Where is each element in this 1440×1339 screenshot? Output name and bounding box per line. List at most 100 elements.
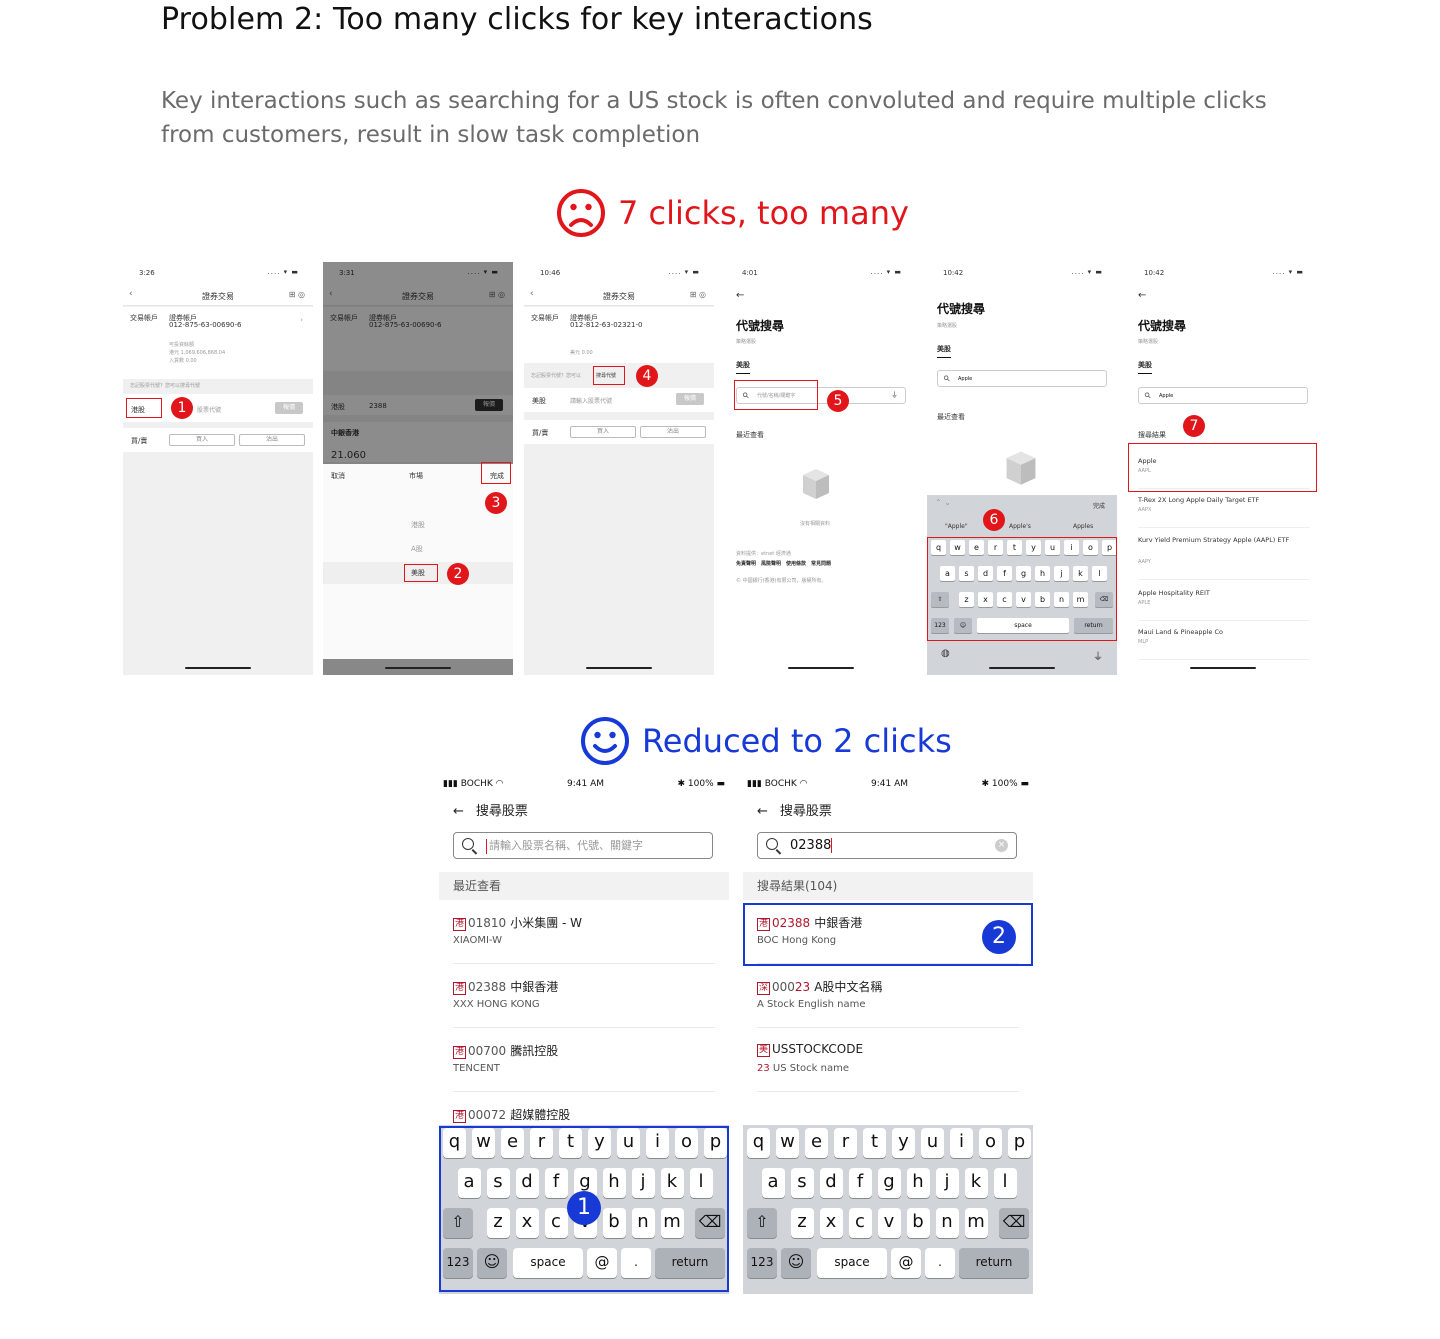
- keyboard-key[interactable]: h: [906, 1168, 930, 1198]
- keyboard-key[interactable]: e: [805, 1128, 828, 1158]
- battery-level: 100%: [991, 779, 1018, 789]
- dot-key[interactable]: .: [925, 1248, 955, 1278]
- keyboard-nav-arrows[interactable]: ⌃ ⌄: [935, 498, 951, 507]
- clear-icon[interactable]: ×: [995, 839, 1008, 852]
- screen-title: 搜尋股票: [779, 804, 832, 819]
- result-item[interactable]: 美 USSTOCKCODE 23 US Stock name: [757, 1028, 1019, 1092]
- stock-search-input[interactable]: 02388 ×: [757, 832, 1017, 859]
- footer-links[interactable]: 免責聲明 風險聲明 使用條款 常見問題: [736, 560, 831, 567]
- keyboard-key[interactable]: w: [776, 1128, 799, 1158]
- numbers-key[interactable]: 123: [747, 1248, 777, 1278]
- stock-search-input[interactable]: 請輸入股票名稱、代號、關鍵字: [453, 832, 713, 859]
- picker-option[interactable]: 港股: [411, 520, 425, 530]
- search-placeholder: 請輸入股票名稱、代號、關鍵字: [489, 839, 643, 852]
- header-icons[interactable]: ⊞ ◎: [289, 290, 305, 299]
- stock-name: 超媒體控股: [510, 1108, 571, 1122]
- tab-us-stocks[interactable]: 美股: [1138, 360, 1152, 374]
- stock-subtitle: A Stock English name: [757, 999, 866, 1010]
- keyboard-key[interactable]: g: [877, 1168, 901, 1198]
- keyboard-key[interactable]: a: [761, 1168, 785, 1198]
- code-search-input[interactable]: Apple: [1138, 387, 1308, 404]
- back-arrow-icon[interactable]: ←: [1138, 290, 1146, 301]
- keyboard-key[interactable]: b: [906, 1208, 930, 1238]
- list-item[interactable]: 港 00700 騰訊控股 TENCENT: [453, 1028, 715, 1092]
- search-query: Apple: [1159, 393, 1174, 399]
- tab-us-stocks[interactable]: 美股: [736, 360, 750, 374]
- nav-bar: ← 搜尋股票: [453, 800, 528, 819]
- mic-icon[interactable]: ⏚: [1093, 648, 1103, 663]
- at-key[interactable]: @: [891, 1248, 921, 1278]
- quote-button[interactable]: 報價: [676, 393, 704, 405]
- search-icon: [766, 838, 778, 850]
- keyboard-key[interactable]: c: [848, 1208, 872, 1238]
- screen-title: 搜尋股票: [475, 804, 528, 819]
- stock-subtitle: XIAOMI-W: [453, 935, 503, 946]
- back-arrow-icon[interactable]: ←: [736, 290, 744, 301]
- keyboard-key[interactable]: t: [863, 1128, 886, 1158]
- sell-button[interactable]: 沽出: [640, 426, 706, 438]
- return-key[interactable]: return: [959, 1248, 1029, 1278]
- result-item[interactable]: Apple Hospitality REIT APLE: [1138, 587, 1310, 621]
- back-arrow-icon[interactable]: ←: [757, 804, 768, 819]
- quote-button[interactable]: 報價: [275, 402, 303, 414]
- result-item[interactable]: Kurv Yield Premium Strategy Apple (AAPL)…: [1138, 534, 1310, 580]
- code-input[interactable]: 股票代號: [197, 405, 221, 414]
- keyboard-key[interactable]: n: [935, 1208, 959, 1238]
- buy-button[interactable]: 買入: [570, 426, 636, 438]
- sell-button[interactable]: 沽出: [239, 434, 305, 446]
- keyboard-key[interactable]: q: [747, 1128, 770, 1158]
- code-search-input[interactable]: Apple: [937, 370, 1107, 387]
- keyboard-key[interactable]: y: [892, 1128, 915, 1158]
- result-item[interactable]: Maui Land & Pineapple Co MLP: [1138, 626, 1310, 660]
- list-item[interactable]: 港 01810 小米集團 - W XIAOMI-W: [453, 900, 715, 964]
- status-time: 4:01: [742, 269, 758, 277]
- keyboard-key[interactable]: i: [950, 1128, 973, 1158]
- suggestion[interactable]: Apples: [1073, 523, 1093, 530]
- keyboard-key[interactable]: j: [935, 1168, 959, 1198]
- market-selector[interactable]: 美股: [532, 396, 546, 406]
- mic-icon[interactable]: ⏚: [891, 390, 898, 400]
- header-icons[interactable]: ⊞ ◎: [690, 290, 706, 299]
- text-cursor: [831, 838, 833, 853]
- before-verdict-text: 7 clicks, too many: [618, 194, 909, 232]
- keyboard-key[interactable]: v: [877, 1208, 901, 1238]
- search-hint[interactable]: 忘記股票代號？您可以搜尋代號: [130, 382, 200, 389]
- list-item[interactable]: 港 02388 中銀香港 XXX HONG KONG: [453, 964, 715, 1028]
- delete-key[interactable]: ⌫: [999, 1208, 1029, 1238]
- section-recent: 最近查看: [439, 872, 729, 900]
- stock-name: USSTOCKCODE: [772, 1042, 864, 1056]
- picker-cancel[interactable]: 取消: [331, 471, 345, 481]
- modal-overlay[interactable]: [323, 262, 513, 464]
- emoji-key[interactable]: ☺: [781, 1248, 811, 1278]
- keyboard-key[interactable]: p: [1008, 1128, 1031, 1158]
- result-item[interactable]: 深 00023 A股中文名稱 A Stock English name: [757, 964, 1019, 1028]
- keyboard-key[interactable]: o: [979, 1128, 1002, 1158]
- keyboard-key[interactable]: u: [921, 1128, 944, 1158]
- keyboard-done[interactable]: 完成: [1093, 501, 1105, 510]
- result-item[interactable]: T-Rex 2X Long Apple Daily Target ETF AAPX: [1138, 494, 1310, 528]
- keyboard-key[interactable]: s: [790, 1168, 814, 1198]
- keyboard-key[interactable]: l: [993, 1168, 1017, 1198]
- keyboard-key[interactable]: x: [819, 1208, 843, 1238]
- shift-key[interactable]: ⇧: [747, 1208, 777, 1238]
- keyboard-key[interactable]: f: [848, 1168, 872, 1198]
- old-screen-market-picker: 3:31.... ▾ ▬ ‹ 證券交易 ⊞ ◎ 交易帳戶 證券帳戶 012-875-…: [323, 262, 513, 675]
- keyboard-key[interactable]: z: [790, 1208, 814, 1238]
- suggestion[interactable]: "Apple": [945, 523, 968, 530]
- tab-us-stocks[interactable]: 美股: [937, 344, 951, 358]
- keyboard-key[interactable]: r: [834, 1128, 857, 1158]
- picker-option[interactable]: A股: [411, 544, 423, 554]
- keyboard-key[interactable]: m: [964, 1208, 988, 1238]
- result-code: APLE: [1138, 600, 1151, 606]
- space-key[interactable]: space: [817, 1248, 887, 1278]
- highlight-box: [404, 564, 438, 582]
- suggestion[interactable]: Apple's: [1009, 523, 1031, 530]
- keyboard-key[interactable]: d: [819, 1168, 843, 1198]
- step-badge: 1: [567, 1191, 601, 1225]
- back-arrow-icon[interactable]: ←: [453, 804, 464, 819]
- globe-icon[interactable]: ◍: [941, 648, 950, 659]
- keyboard-key[interactable]: k: [964, 1168, 988, 1198]
- buy-button[interactable]: 買入: [169, 434, 235, 446]
- code-input[interactable]: 請輸入股票代號: [570, 396, 612, 405]
- stock-code: 02388: [468, 980, 507, 994]
